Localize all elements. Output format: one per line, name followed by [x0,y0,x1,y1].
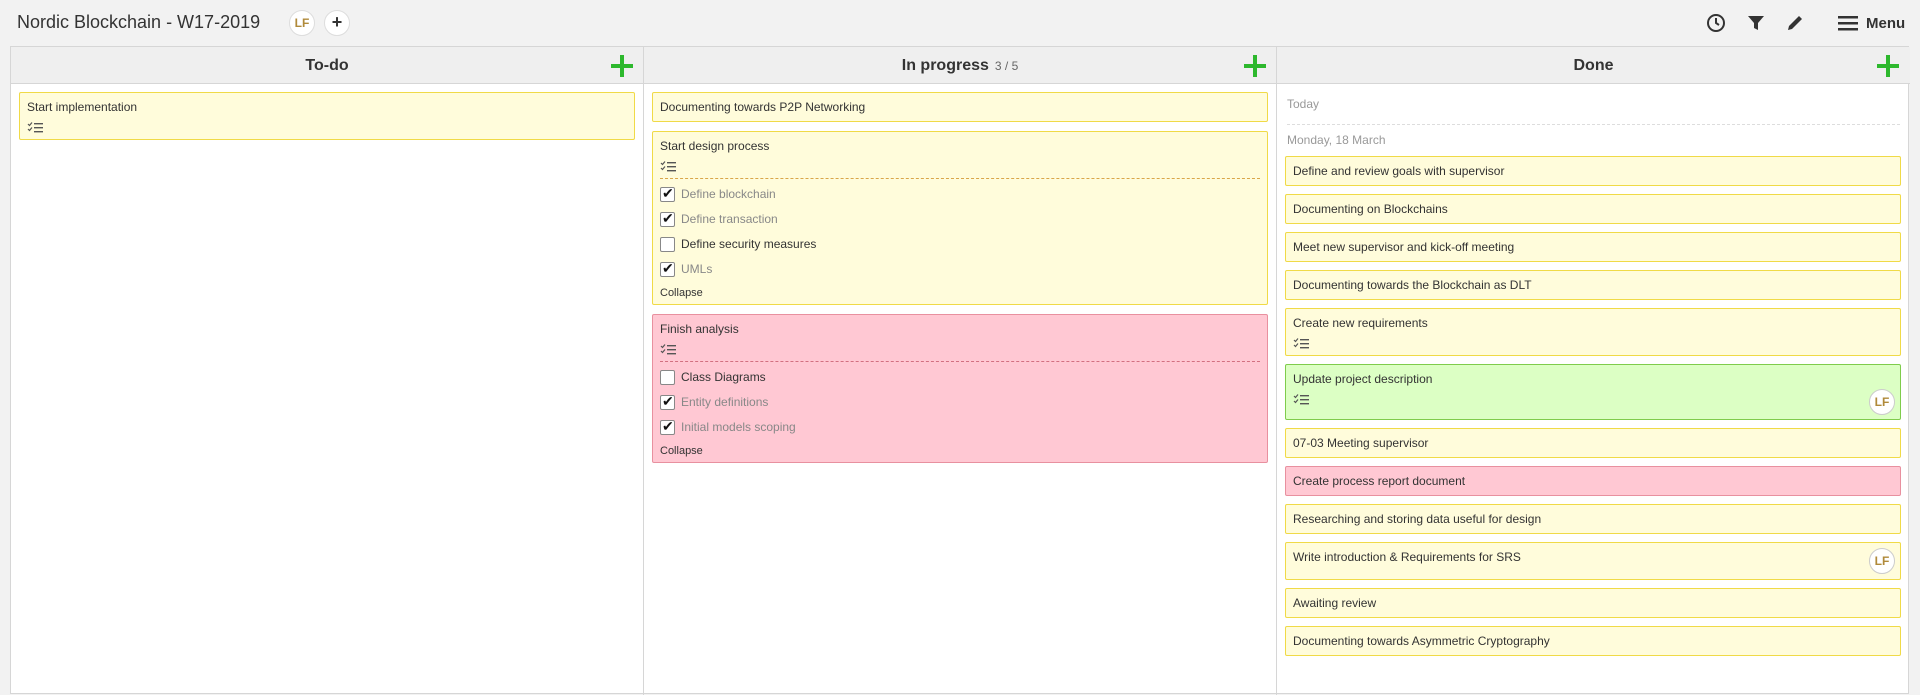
checkbox[interactable] [660,418,675,435]
checklist-item: Define security measures [660,235,816,253]
done-card[interactable]: Researching and storing data useful for … [1285,504,1901,534]
done-card[interactable]: Write introduction & Requirements for SR… [1285,542,1901,580]
menu-button[interactable]: Menu [1838,12,1905,34]
checklist-item-label: UMLs [681,262,713,276]
edit-icon[interactable] [1784,12,1806,34]
date-group-label: Monday, 18 March [1287,133,1386,147]
card-title: Create process report document [1293,474,1466,488]
checklist-item: Define blockchain [660,185,776,203]
column-in-progress: In progress 3 / 5 Documenting towards P2P… [644,47,1277,695]
date-group-today: Today [1287,97,1320,111]
card-title: Awaiting review [1293,596,1377,610]
done-card[interactable]: Update project description LF [1285,364,1901,420]
menu-label: Menu [1866,14,1906,32]
done-card[interactable]: Create new requirements [1285,308,1901,356]
checklist-item: Entity definitions [660,393,768,411]
checklist-item-label: Define blockchain [681,187,776,201]
done-card[interactable]: Documenting towards the Blockchain as DL… [1285,270,1901,300]
card-p2p-networking[interactable]: Documenting towards P2P Networking [652,92,1268,122]
done-card[interactable]: Awaiting review [1285,588,1901,618]
checkbox[interactable] [660,210,675,227]
done-card[interactable]: Documenting on Blockchains [1285,194,1901,224]
column-todo: To-do Start implementation [11,47,644,695]
card-start-implementation[interactable]: Start implementation [19,92,635,140]
checkbox[interactable] [660,393,675,410]
checklist-divider [660,361,1260,362]
checklist-icon [660,161,676,172]
checklist-item: UMLs [660,260,712,278]
checklist-item-label: Initial models scoping [681,420,796,434]
checklist-item-label: Class Diagrams [681,370,766,384]
column-title-done: Done [1573,57,1614,74]
checklist-item-label: Define security measures [681,237,817,251]
card-title: Start implementation [27,100,138,114]
card-title: Documenting towards the Blockchain as DL… [1293,278,1532,292]
add-card-todo-button[interactable] [611,55,633,77]
member-avatar[interactable]: LF [289,10,315,36]
card-start-design-process[interactable]: Start design process Define blockchain D… [652,131,1268,305]
checklist-item-label: Entity definitions [681,395,769,409]
column-header-done: Done [1277,47,1910,84]
filter-icon[interactable] [1745,12,1767,34]
add-card-in-progress-button[interactable] [1244,55,1266,77]
checklist-icon [1293,394,1309,405]
date-divider [1287,124,1900,125]
board-header: Nordic Blockchain - W17-2019 LF + Menu [0,0,1920,46]
history-icon[interactable] [1705,12,1727,34]
wip-limit: 3 / 5 [994,59,1019,73]
done-card[interactable]: Documenting towards Asymmetric Cryptogra… [1285,626,1901,656]
checklist-item-label: Define transaction [681,212,778,226]
checklist-item: Define transaction [660,210,778,228]
checkbox[interactable] [660,236,675,252]
checklist-divider [660,178,1260,179]
column-title-in-progress: In progress [901,57,989,74]
done-card[interactable]: Create process report document [1285,466,1901,496]
column-title-todo: To-do [305,57,349,74]
checklist-icon [660,344,676,355]
checkbox[interactable] [660,260,675,277]
done-card[interactable]: Define and review goals with supervisor [1285,156,1901,186]
checkbox[interactable] [660,185,675,202]
column-done: Done Today Monday, 18 March Define and r… [1277,47,1910,695]
checklist-item: Initial models scoping [660,418,796,436]
checklist-item: Class Diagrams [660,368,766,386]
card-title: Researching and storing data useful for … [1293,512,1542,526]
add-member-button[interactable]: + [324,10,350,36]
card-title: Create new requirements [1293,316,1428,330]
card-finish-analysis[interactable]: Finish analysis Class Diagrams Entity de… [652,314,1268,463]
card-title: Meet new supervisor and kick-off meeting [1293,240,1515,254]
add-card-done-button[interactable] [1877,55,1899,77]
checklist-icon [1293,338,1309,349]
column-header-todo: To-do [11,47,643,84]
collapse-link[interactable]: Collapse [660,445,703,457]
card-title: Documenting on Blockchains [1293,202,1448,216]
checkbox[interactable] [660,369,675,385]
card-title: Documenting towards Asymmetric Cryptogra… [1293,634,1550,648]
column-header-in-progress: In progress 3 / 5 [644,47,1276,84]
card-title: Finish analysis [660,322,739,336]
card-title: Start design process [660,139,770,153]
assignee-avatar[interactable]: LF [1869,548,1895,574]
assignee-avatar[interactable]: LF [1869,389,1895,415]
card-title: 07-03 Meeting supervisor [1293,436,1429,450]
card-title: Update project description [1293,372,1433,386]
checklist-icon [27,122,43,133]
board-title: Nordic Blockchain - W17-2019 [17,12,261,32]
hamburger-icon [1838,16,1858,31]
done-card[interactable]: 07-03 Meeting supervisor [1285,428,1901,458]
card-title: Write introduction & Requirements for SR… [1293,550,1521,564]
done-card[interactable]: Meet new supervisor and kick-off meeting [1285,232,1901,262]
card-title: Define and review goals with supervisor [1293,164,1505,178]
collapse-link[interactable]: Collapse [660,287,703,299]
kanban-board: To-do Start implementation In progress 3 … [10,46,1910,695]
card-title: Documenting towards P2P Networking [660,100,866,114]
